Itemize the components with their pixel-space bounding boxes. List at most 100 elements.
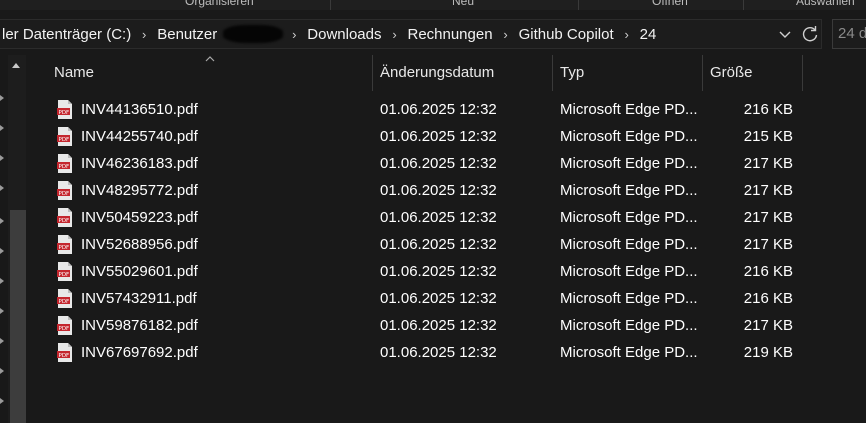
chevron-right-icon[interactable]: › xyxy=(616,27,638,42)
pdf-file-icon: PDF xyxy=(57,343,72,362)
ribbon-divider xyxy=(578,0,579,10)
ribbon-divider xyxy=(743,0,744,10)
ribbon-group-organize[interactable]: Organisieren xyxy=(185,0,254,8)
svg-text:PDF: PDF xyxy=(59,245,70,251)
file-row[interactable]: PDF INV55029601.pdf 01.06.2025 12:32 Mic… xyxy=(31,258,801,285)
column-divider[interactable] xyxy=(372,55,373,91)
column-divider[interactable] xyxy=(702,55,703,91)
file-size: 219 KB xyxy=(743,344,793,361)
column-header-size[interactable]: Größe xyxy=(710,55,753,91)
file-date: 01.06.2025 12:32 xyxy=(380,290,497,307)
chevron-right-icon[interactable]: › xyxy=(383,27,405,42)
breadcrumb-github-copilot[interactable]: Github Copilot xyxy=(517,26,616,43)
column-header-name[interactable]: Name xyxy=(54,55,94,91)
file-size: 217 KB xyxy=(743,155,793,172)
file-type: Microsoft Edge PD... xyxy=(560,317,698,334)
pdf-file-icon: PDF xyxy=(57,262,72,281)
file-size: 217 KB xyxy=(743,182,793,199)
expand-arrow-icon[interactable] xyxy=(0,218,4,224)
expand-arrow-icon[interactable] xyxy=(0,185,4,191)
file-row[interactable]: PDF INV48295772.pdf 01.06.2025 12:32 Mic… xyxy=(31,177,801,204)
svg-text:PDF: PDF xyxy=(59,299,70,305)
breadcrumb-users[interactable]: Benutzer xyxy=(155,26,219,43)
file-type: Microsoft Edge PD... xyxy=(560,155,698,172)
file-name: INV52688956.pdf xyxy=(81,236,198,253)
expand-arrow-icon[interactable] xyxy=(0,248,4,254)
file-row[interactable]: PDF INV67697692.pdf 01.06.2025 12:32 Mic… xyxy=(31,339,801,366)
ribbon: Organisieren Neu Öffnen Auswählen xyxy=(0,0,866,10)
file-name: INV48295772.pdf xyxy=(81,182,198,199)
sort-ascending-icon xyxy=(205,56,215,62)
ribbon-group-select[interactable]: Auswählen xyxy=(796,0,855,8)
file-row[interactable]: PDF INV57432911.pdf 01.06.2025 12:32 Mic… xyxy=(31,285,801,312)
breadcrumb-downloads[interactable]: Downloads xyxy=(305,26,383,43)
file-type: Microsoft Edge PD... xyxy=(560,128,698,145)
file-date: 01.06.2025 12:32 xyxy=(380,317,497,334)
scroll-up-arrow-icon[interactable] xyxy=(12,63,20,68)
address-bar: ler Datenträger (C:) › Benutzer › Downlo… xyxy=(0,15,866,52)
expand-arrow-icon[interactable] xyxy=(0,368,4,374)
column-divider[interactable] xyxy=(802,55,803,91)
svg-text:PDF: PDF xyxy=(59,137,70,143)
file-name: INV55029601.pdf xyxy=(81,263,198,280)
svg-text:PDF: PDF xyxy=(59,272,70,278)
svg-text:PDF: PDF xyxy=(59,110,70,116)
expand-arrow-icon[interactable] xyxy=(0,308,4,314)
file-date: 01.06.2025 12:32 xyxy=(380,209,497,226)
file-size: 216 KB xyxy=(743,101,793,118)
nav-scrollbar-thumb[interactable] xyxy=(10,210,26,423)
chevron-right-icon[interactable]: › xyxy=(283,27,305,42)
file-type: Microsoft Edge PD... xyxy=(560,263,698,280)
pdf-file-icon: PDF xyxy=(57,127,72,146)
svg-text:PDF: PDF xyxy=(59,164,70,170)
pdf-file-icon: PDF xyxy=(57,208,72,227)
svg-text:PDF: PDF xyxy=(59,218,70,224)
chevron-right-icon[interactable]: › xyxy=(133,27,155,42)
file-row[interactable]: PDF INV44255740.pdf 01.06.2025 12:32 Mic… xyxy=(31,123,801,150)
file-name: INV44136510.pdf xyxy=(81,101,198,118)
svg-text:PDF: PDF xyxy=(59,326,70,332)
file-row[interactable]: PDF INV46236183.pdf 01.06.2025 12:32 Mic… xyxy=(31,150,801,177)
file-type: Microsoft Edge PD... xyxy=(560,101,698,118)
column-header-date[interactable]: Änderungsdatum xyxy=(380,55,494,91)
chevron-right-icon[interactable]: › xyxy=(495,27,517,42)
redacted-user-folder xyxy=(223,25,284,43)
file-row[interactable]: PDF INV50459223.pdf 01.06.2025 12:32 Mic… xyxy=(31,204,801,231)
file-size: 216 KB xyxy=(743,263,793,280)
column-header-row: Name Änderungsdatum Typ Größe xyxy=(31,55,866,91)
expand-arrow-icon[interactable] xyxy=(0,398,4,404)
expand-arrow-icon[interactable] xyxy=(0,125,4,131)
file-type: Microsoft Edge PD... xyxy=(560,344,698,361)
file-name: INV67697692.pdf xyxy=(81,344,198,361)
file-type: Microsoft Edge PD... xyxy=(560,182,698,199)
breadcrumb: ler Datenträger (C:) › Benutzer › Downlo… xyxy=(0,20,658,48)
column-divider[interactable] xyxy=(552,55,553,91)
ribbon-divider xyxy=(330,0,331,10)
address-box[interactable]: ler Datenträger (C:) › Benutzer › Downlo… xyxy=(0,19,822,49)
chevron-down-icon[interactable] xyxy=(776,25,794,43)
file-date: 01.06.2025 12:32 xyxy=(380,155,497,172)
file-row[interactable]: PDF INV44136510.pdf 01.06.2025 12:32 Mic… xyxy=(31,96,801,123)
pdf-file-icon: PDF xyxy=(57,100,72,119)
expand-arrow-icon[interactable] xyxy=(0,278,4,284)
expand-arrow-icon[interactable] xyxy=(0,338,4,344)
expand-arrow-icon[interactable] xyxy=(0,95,4,101)
file-type: Microsoft Edge PD... xyxy=(560,290,698,307)
breadcrumb-drive[interactable]: ler Datenträger (C:) xyxy=(0,26,133,43)
file-size: 217 KB xyxy=(743,317,793,334)
file-row[interactable]: PDF INV52688956.pdf 01.06.2025 12:32 Mic… xyxy=(31,231,801,258)
breadcrumb-24[interactable]: 24 xyxy=(638,26,659,43)
breadcrumb-rechnungen[interactable]: Rechnungen xyxy=(405,26,494,43)
refresh-icon[interactable] xyxy=(800,24,820,44)
ribbon-group-new[interactable]: Neu xyxy=(452,0,474,8)
svg-text:PDF: PDF xyxy=(59,353,70,359)
search-input[interactable]: 24 d xyxy=(832,19,866,49)
file-date: 01.06.2025 12:32 xyxy=(380,236,497,253)
ribbon-group-open[interactable]: Öffnen xyxy=(652,0,688,8)
file-name: INV46236183.pdf xyxy=(81,155,198,172)
column-header-type[interactable]: Typ xyxy=(560,55,584,91)
file-date: 01.06.2025 12:32 xyxy=(380,182,497,199)
pdf-file-icon: PDF xyxy=(57,289,72,308)
file-row[interactable]: PDF INV59876182.pdf 01.06.2025 12:32 Mic… xyxy=(31,312,801,339)
expand-arrow-icon[interactable] xyxy=(0,155,4,161)
